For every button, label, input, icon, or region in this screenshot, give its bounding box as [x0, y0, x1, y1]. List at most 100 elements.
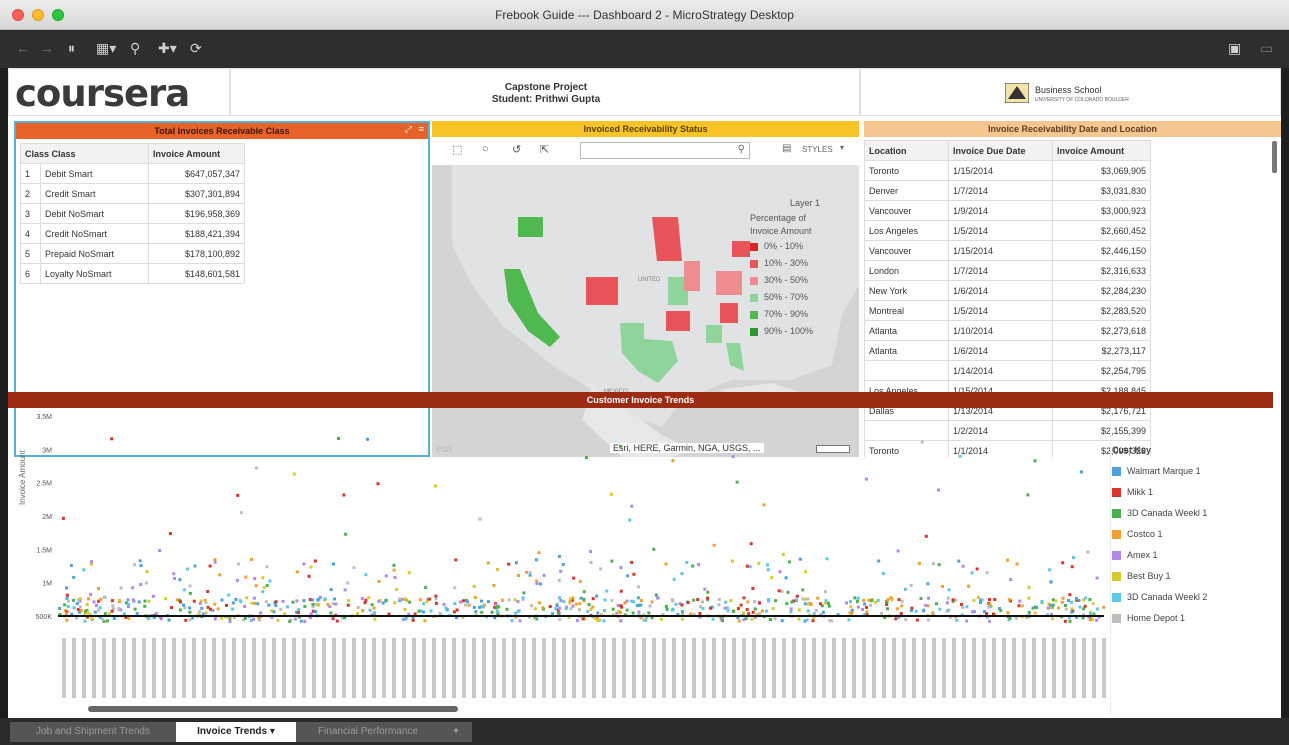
data-point[interactable]: [83, 619, 87, 623]
data-point[interactable]: [610, 559, 614, 563]
data-point[interactable]: [417, 609, 421, 613]
data-point[interactable]: [295, 570, 299, 574]
data-point[interactable]: [965, 605, 969, 609]
data-point[interactable]: [680, 603, 684, 607]
data-point[interactable]: [516, 600, 520, 604]
table-row[interactable]: Denver 1/7/2014 $3,031,830: [864, 180, 1151, 201]
chevron-down-icon[interactable]: ▾: [840, 143, 844, 152]
data-point[interactable]: [558, 596, 561, 600]
tab-financial-performance[interactable]: Financial Performance: [296, 722, 440, 742]
menu-icon[interactable]: ≡: [419, 124, 424, 134]
data-point[interactable]: [967, 584, 971, 588]
table-row[interactable]: 4 Credit NoSmart $188,421,394: [20, 223, 245, 244]
data-point[interactable]: [1006, 558, 1009, 562]
data-point[interactable]: [377, 580, 381, 583]
data-point[interactable]: [459, 600, 463, 604]
invoice-scatter-chart[interactable]: 3.5M 3M 2.5M 2M 1.5M 1M 500K: [14, 408, 1114, 718]
data-point[interactable]: [151, 594, 155, 598]
data-point[interactable]: [803, 602, 807, 606]
data-point[interactable]: [505, 607, 509, 611]
data-point[interactable]: [227, 593, 231, 597]
data-point[interactable]: [466, 600, 470, 604]
data-point[interactable]: [204, 611, 208, 615]
data-point[interactable]: [276, 618, 280, 622]
legend-item[interactable]: Amex 1: [1112, 545, 1272, 566]
data-point[interactable]: [561, 562, 565, 566]
data-point[interactable]: [961, 564, 965, 568]
data-point[interactable]: [1027, 585, 1031, 589]
data-point[interactable]: [252, 617, 256, 621]
data-point[interactable]: [1061, 596, 1065, 600]
data-point[interactable]: [827, 604, 831, 608]
data-point[interactable]: [360, 597, 364, 601]
data-point[interactable]: [112, 616, 116, 620]
data-point[interactable]: [856, 605, 860, 609]
data-point[interactable]: [731, 559, 734, 563]
data-point[interactable]: [1057, 606, 1061, 610]
data-point[interactable]: [636, 596, 640, 600]
legend-item[interactable]: Walmart Marque 1: [1112, 461, 1272, 482]
data-point[interactable]: [970, 571, 974, 575]
add-sheet-button[interactable]: +: [440, 722, 472, 742]
data-point[interactable]: [797, 617, 801, 621]
data-point[interactable]: [571, 604, 575, 608]
data-point[interactable]: [784, 576, 788, 580]
maximize-icon[interactable]: ⤢: [405, 124, 412, 135]
data-point[interactable]: [739, 603, 743, 607]
data-point[interactable]: [72, 606, 76, 610]
data-point[interactable]: [127, 616, 131, 620]
data-point[interactable]: [1095, 576, 1099, 580]
data-point[interactable]: [571, 596, 575, 600]
data-point[interactable]: [558, 617, 562, 621]
data-point[interactable]: [762, 503, 766, 507]
data-point[interactable]: [572, 576, 576, 580]
data-point[interactable]: [76, 608, 80, 611]
data-point[interactable]: [252, 596, 256, 600]
data-point[interactable]: [182, 588, 186, 592]
data-point[interactable]: [1060, 600, 1064, 604]
data-point[interactable]: [473, 596, 477, 599]
data-point[interactable]: [204, 600, 208, 604]
data-point[interactable]: [138, 559, 142, 563]
data-point[interactable]: [302, 562, 306, 566]
data-point[interactable]: [347, 599, 351, 603]
data-point[interactable]: [731, 610, 735, 613]
data-point[interactable]: [797, 608, 801, 612]
data-point[interactable]: [198, 610, 202, 614]
data-point[interactable]: [603, 598, 607, 602]
data-point[interactable]: [442, 602, 446, 606]
data-point[interactable]: [106, 619, 109, 623]
data-point[interactable]: [411, 618, 415, 622]
data-point[interactable]: [72, 598, 76, 602]
data-point[interactable]: [303, 619, 307, 623]
data-point[interactable]: [889, 596, 893, 600]
data-point[interactable]: [737, 619, 741, 623]
data-point[interactable]: [1068, 619, 1072, 623]
data-point[interactable]: [786, 590, 790, 594]
data-point[interactable]: [218, 573, 222, 577]
data-point[interactable]: [1006, 611, 1010, 615]
data-point[interactable]: [522, 591, 526, 595]
data-point[interactable]: [245, 596, 249, 600]
data-point[interactable]: [516, 609, 520, 613]
data-point[interactable]: [924, 534, 928, 538]
data-point[interactable]: [664, 605, 668, 608]
data-point[interactable]: [225, 603, 228, 607]
data-point[interactable]: [270, 609, 274, 613]
data-point[interactable]: [361, 609, 365, 613]
data-point[interactable]: [1033, 611, 1037, 615]
data-point[interactable]: [429, 609, 433, 613]
data-point[interactable]: [897, 598, 901, 602]
data-point[interactable]: [494, 606, 498, 610]
data-point[interactable]: [188, 610, 192, 614]
data-point[interactable]: [1084, 596, 1088, 600]
data-point[interactable]: [316, 598, 320, 602]
data-point[interactable]: [79, 609, 83, 612]
data-point[interactable]: [751, 587, 755, 590]
data-point[interactable]: [954, 598, 958, 602]
data-point[interactable]: [1018, 599, 1022, 603]
data-point[interactable]: [110, 609, 114, 613]
data-point[interactable]: [344, 532, 348, 536]
data-point[interactable]: [82, 568, 86, 572]
data-point[interactable]: [403, 608, 407, 611]
